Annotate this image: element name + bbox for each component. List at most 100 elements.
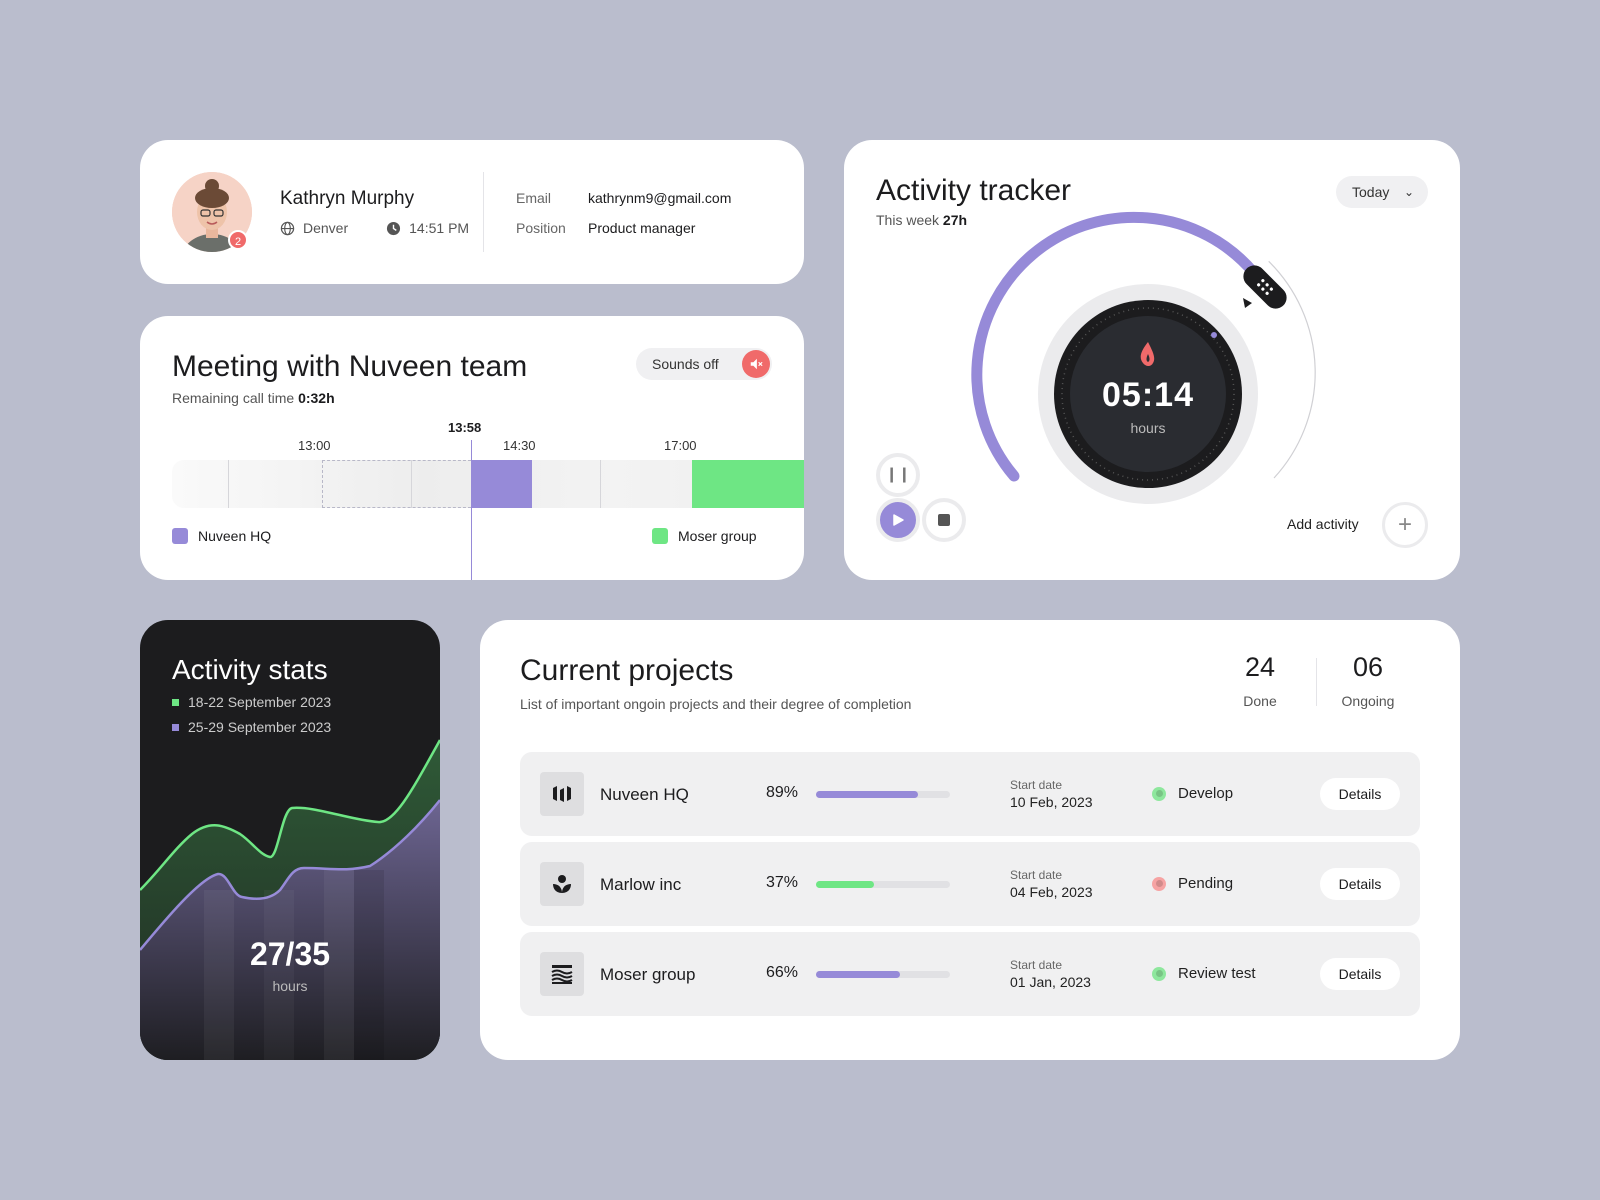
timer-value: 05:14 [1102,376,1194,414]
play-button[interactable] [876,498,920,542]
status-label: Pending [1178,875,1234,892]
remaining-call-time: Remaining call time 0:32h [172,390,335,406]
profile-name: Kathryn Murphy [280,188,415,209]
stats-area-chart [140,739,440,1060]
legend-label: Nuveen HQ [198,528,272,544]
chart-column [204,890,234,1060]
project-status: Pending [1152,875,1233,892]
profile-location: Denver [303,220,349,236]
progress-fill [816,971,901,978]
stats-divider [1316,658,1317,706]
legend-moser: Moser group [652,528,757,544]
add-activity-button[interactable]: + [1382,502,1428,548]
details-button[interactable]: Details [1320,868,1400,900]
profile-card: 2 Kathryn Murphy Denver 14:51 PM Email k… [140,140,804,284]
project-row[interactable]: Nuveen HQ 89% Start date 10 Feb, 2023 De… [520,752,1420,836]
clock-icon [387,221,401,235]
status-dot [1152,786,1166,801]
notification-badge: 2 [228,230,248,250]
project-status: Develop [1152,785,1233,802]
start-date-value: 04 Feb, 2023 [1010,884,1093,900]
timeline-moser-slot[interactable] [692,460,804,508]
project-row[interactable]: Moser group 66% Start date 01 Jan, 2023 … [520,932,1420,1016]
progress-fill [816,791,918,798]
status-dot [1152,876,1166,891]
stats-legend-item: 18-22 September 2023 [172,694,331,710]
progress-fill [816,881,874,888]
position-value: Product manager [588,220,696,236]
chart-column [264,890,294,1060]
pause-button[interactable]: ❙❙ [876,453,920,497]
done-stat: 24 Done [1220,652,1300,709]
meeting-card: Meeting with Nuveen team Remaining call … [140,316,804,580]
play-icon [880,502,916,538]
sounds-toggle[interactable]: Sounds off [636,348,772,380]
legend-label: 25-29 September 2023 [188,719,332,735]
timeline-tick: 17:00 [664,438,697,453]
dial-indicator-dot [1211,332,1217,338]
ongoing-count: 06 [1352,652,1384,682]
details-button[interactable]: Details [1320,958,1400,990]
project-percent: 66% [766,964,799,981]
profile-divider [483,172,484,252]
project-name: Marlow inc [600,875,682,894]
stop-icon [926,502,962,538]
done-label: Done [1243,693,1277,709]
email-value[interactable]: kathrynm9@gmail.com [588,190,731,206]
project-status: Review test [1152,965,1256,982]
timeline-nuveen-slot[interactable] [471,460,532,508]
current-projects-card: Current projects List of important ongoi… [480,620,1460,1060]
start-date-value: 01 Jan, 2023 [1010,974,1091,990]
profile-local-time: 14:51 PM [409,220,470,236]
status-dot [1152,966,1166,981]
ongoing-label: Ongoing [1341,693,1395,709]
nuveen-logo-icon [540,772,584,816]
legend-swatch [172,698,179,706]
plus-icon: + [1397,511,1412,538]
legend-label: Moser group [678,528,757,544]
status-label: Develop [1178,785,1234,802]
progress-bar [816,881,950,888]
timeline-tick: 13:00 [298,438,331,453]
timeline-current-time: 13:58 [448,420,482,435]
remaining-label: Remaining call time [172,390,295,406]
pause-icon: ❙❙ [885,466,911,483]
remaining-value: 0:32h [298,390,335,406]
progress-bar [816,971,950,978]
timeline-divider [600,460,601,508]
timeline-divider [228,460,229,508]
email-label: Email [516,190,552,206]
activity-tracker-card: Activity tracker This week 27h Today ⌄ 0… [844,140,1460,580]
projects-subtitle: List of important ongoin projects and th… [520,696,912,712]
project-name: Moser group [600,965,696,984]
stats-title: Activity stats [172,654,328,685]
timer-unit: hours [1130,420,1166,436]
project-percent: 37% [766,874,799,891]
start-date-label: Start date [1010,958,1063,972]
dial-pointer-icon [1243,298,1252,308]
legend-label: 18-22 September 2023 [188,694,332,710]
stop-button[interactable] [922,498,966,542]
globe-icon [280,221,295,235]
stats-total: 27/35 [249,936,331,972]
sounds-label: Sounds off [652,356,719,372]
stats-legend-item: 25-29 September 2023 [172,719,331,735]
ongoing-stat: 06 Ongoing [1328,652,1408,709]
progress-bar [816,791,950,798]
meeting-title: Meeting with Nuveen team [172,350,528,383]
details-button[interactable]: Details [1320,778,1400,810]
moser-logo-icon [540,952,584,996]
done-count: 24 [1244,652,1276,682]
add-activity-label[interactable]: Add activity [1287,516,1359,532]
start-date-label: Start date [1010,868,1063,882]
project-row[interactable]: Marlow inc 37% Start date 04 Feb, 2023 P… [520,842,1420,926]
mute-icon[interactable] [742,350,770,378]
legend-nuveen: Nuveen HQ [172,528,271,544]
start-date-label: Start date [1010,778,1063,792]
project-percent: 89% [766,784,799,801]
activity-stats-card: Activity stats 18-22 September 2023 25-2… [140,620,440,1060]
projects-title: Current projects [520,654,734,687]
timeline-current-marker[interactable] [471,440,472,580]
stats-unit: hours [272,978,308,994]
project-name: Nuveen HQ [600,785,689,804]
